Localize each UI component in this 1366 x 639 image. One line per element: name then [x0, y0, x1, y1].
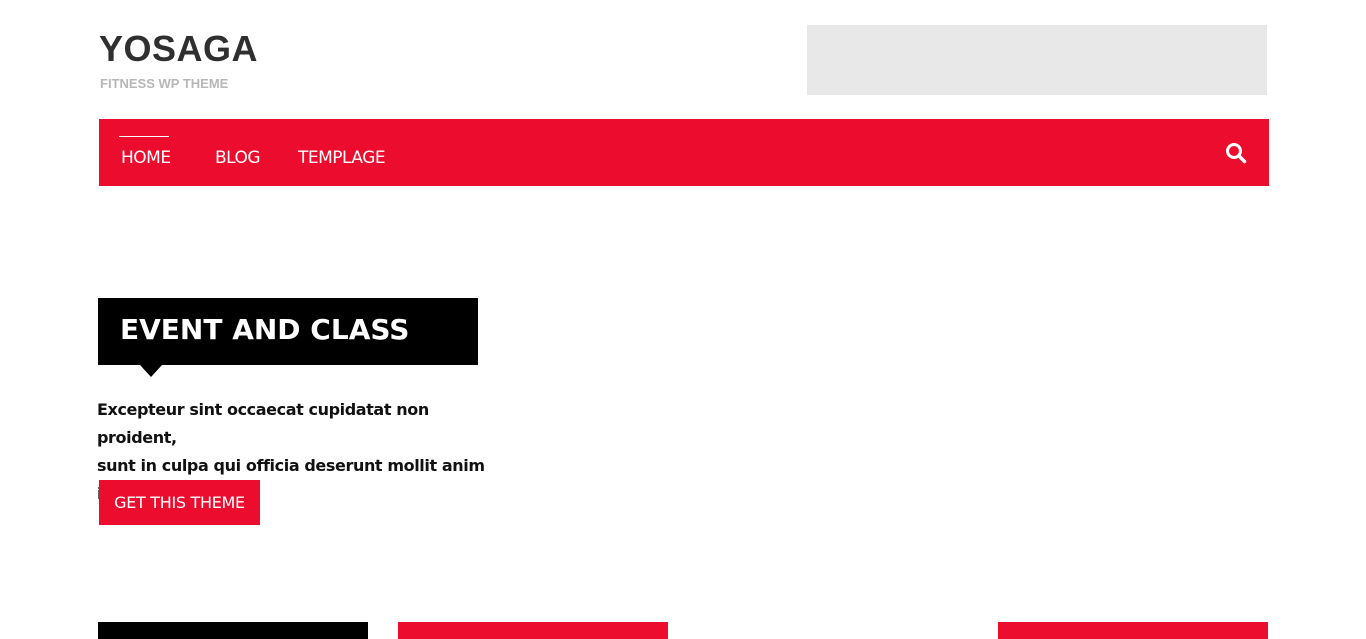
site-tagline: FITNESS WP THEME [100, 76, 229, 91]
main-navigation: HOME BLOG TEMPLAGE [99, 119, 1269, 186]
active-indicator [119, 136, 169, 137]
page: YOSAGA FITNESS WP THEME HOME BLOG TEMPLA… [0, 0, 1366, 639]
nav-item-blog[interactable]: BLOG [215, 147, 261, 169]
hero-title-pointer [140, 365, 162, 377]
site-title[interactable]: YOSAGA [99, 28, 258, 70]
search-icon[interactable] [1224, 141, 1248, 165]
nav-item-home[interactable]: HOME [121, 147, 171, 169]
header-banner-placeholder [807, 25, 1267, 95]
nav-item-templage[interactable]: TEMPLAGE [298, 147, 386, 169]
feature-box-1 [98, 622, 368, 639]
search-icon-svg [1226, 143, 1247, 164]
get-this-theme-button[interactable]: GET THIS THEME [99, 480, 260, 525]
feature-box-2 [398, 622, 668, 639]
hero-title: EVENT AND CLASS [120, 313, 410, 346]
hero-description-line-1: Excepteur sint occaecat cupidatat non pr… [97, 400, 429, 447]
feature-box-3 [998, 622, 1268, 639]
hero-title-box: EVENT AND CLASS [98, 298, 478, 365]
